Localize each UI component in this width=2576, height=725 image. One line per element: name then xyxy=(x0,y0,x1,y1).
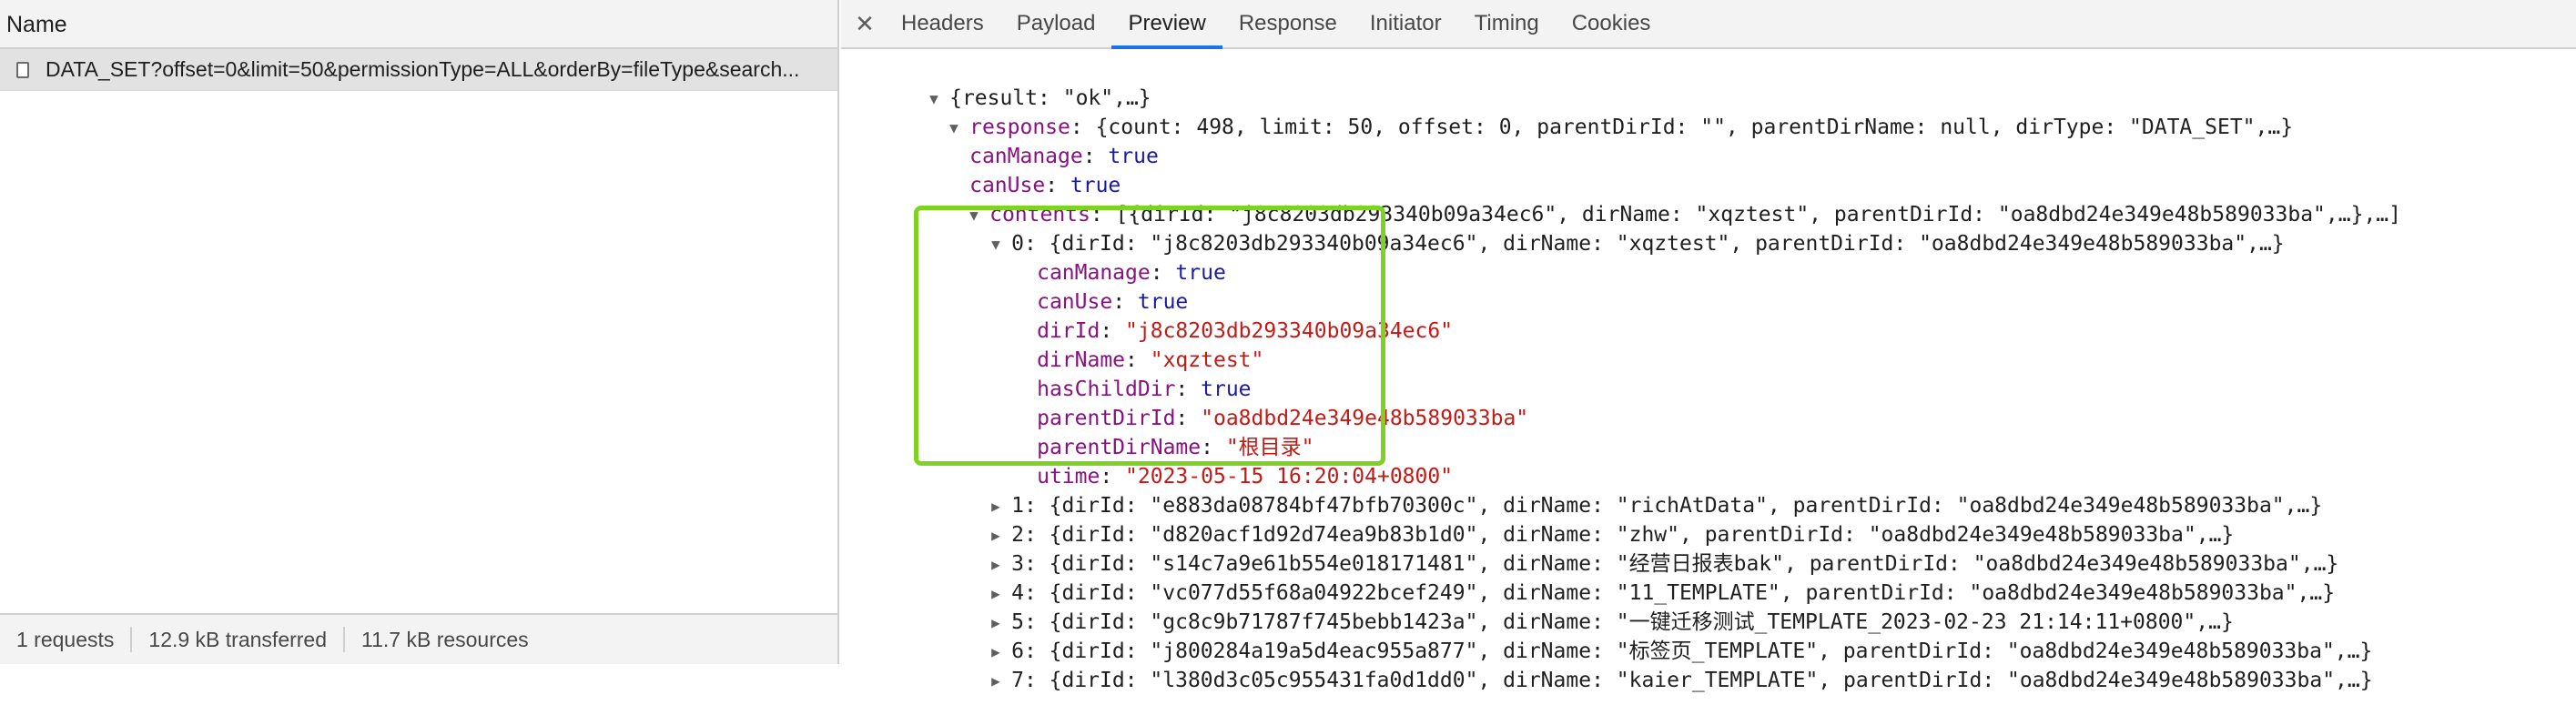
tree-node-item-0[interactable]: ▼ 0: {dirId: "j8c8203db293340b09a34ec6", … xyxy=(916,200,2285,256)
tree-node-item-5[interactable]: ▶ 5: {dirId: "gc8c9b71787f745bebb1423a", … xyxy=(916,579,2234,634)
requests-count: 1 requests xyxy=(16,627,133,652)
tree-leaf-field: canUse: true xyxy=(1037,290,1189,314)
tab-initiator[interactable]: Initiator xyxy=(1354,0,1458,47)
network-status-bar: 1 requests 12.9 kB transferred 11.7 kB r… xyxy=(0,613,837,664)
tree-node-response[interactable]: ▼ response: {count: 498, limit: 50, offse… xyxy=(874,84,2293,139)
resources-size: 11.7 kB resources xyxy=(361,628,529,651)
tree-leaf-field: canManage: true xyxy=(1037,261,1226,285)
tree-leaf-field: parentDirId: "oa8dbd24e349e48b589033ba" xyxy=(1037,407,1529,430)
tree-node-item-2[interactable]: ▶ 2: {dirId: "d820acf1d92d74ea9b83b1d0", … xyxy=(916,491,2234,547)
tree-node-item-3[interactable]: ▶ 3: {dirId: "s14c7a9e61b554e018171481", … xyxy=(916,520,2338,576)
tree-leaf-field: dirId: "j8c8203db293340b09a34ec6" xyxy=(1037,319,1454,343)
request-details-panel: ✕ Headers Payload Preview Response Initi… xyxy=(841,0,2576,692)
tree-leaf-field: dirName: "xqztest" xyxy=(1037,348,1264,372)
tab-timing[interactable]: Timing xyxy=(1458,0,1556,47)
tree-node-item-1[interactable]: ▶ 1: {dirId: "e883da08784bf47bfb70300c", … xyxy=(916,462,2322,518)
tree-node-item-6[interactable]: ▶ 6: {dirId: "j800284a19a5d4eac955a877", … xyxy=(916,608,2372,663)
tab-preview[interactable]: Preview xyxy=(1111,0,1223,49)
tree-leaf-field: parentDirName: "根目录" xyxy=(1037,436,1314,459)
document-icon xyxy=(16,61,29,78)
tree-node-contents[interactable]: ▼ contents: [{dirId: "j8c8203db293340b09a… xyxy=(894,171,2401,227)
close-icon[interactable]: ✕ xyxy=(845,0,885,47)
response-summary: {count: 498, limit: 50, offset: 0, paren… xyxy=(1095,116,2294,139)
json-preview-tree: ▼ {result: "ok",…} ▼ response: {count: 498… xyxy=(841,53,2576,692)
transferred-size: 12.9 kB transferred xyxy=(148,627,346,652)
request-name[interactable]: DATA_SET?offset=0&limit=50&permissionTyp… xyxy=(46,57,799,82)
tree-node-item-4[interactable]: ▶ 4: {dirId: "vc077d55f68a04922bcef249", … xyxy=(916,549,2335,605)
request-list-panel: Name DATA_SET?offset=0&limit=50&permissi… xyxy=(0,0,839,664)
request-row[interactable]: DATA_SET?offset=0&limit=50&permissionTyp… xyxy=(0,49,837,91)
tab-response[interactable]: Response xyxy=(1222,0,1354,47)
tree-leaf-field: hasChildDir: true xyxy=(1037,378,1252,401)
item-summary: 7: {dirId: "l380d3c05c955431fa0d1dd0", d… xyxy=(1011,669,2373,692)
name-column-header[interactable]: Name xyxy=(0,0,837,49)
tab-headers[interactable]: Headers xyxy=(885,0,1000,47)
tree-node-root[interactable]: ▼ {result: "ok",…} xyxy=(854,55,1151,110)
details-tab-bar: ✕ Headers Payload Preview Response Initi… xyxy=(841,0,2576,49)
tree-leaf-canmanage: canManage: true xyxy=(969,145,1159,168)
tab-payload[interactable]: Payload xyxy=(1000,0,1112,47)
tree-node-item-7[interactable]: ▶ 7: {dirId: "l380d3c05c955431fa0d1dd0", … xyxy=(916,637,2373,692)
tab-cookies[interactable]: Cookies xyxy=(1556,0,1668,47)
tree-leaf-field: utime: "2023-05-15 16:20:04+0800" xyxy=(1037,465,1454,488)
collapsed-arrow-icon[interactable]: ▶ xyxy=(991,667,1011,696)
tree-leaf-canuse: canUse: true xyxy=(969,174,1121,197)
